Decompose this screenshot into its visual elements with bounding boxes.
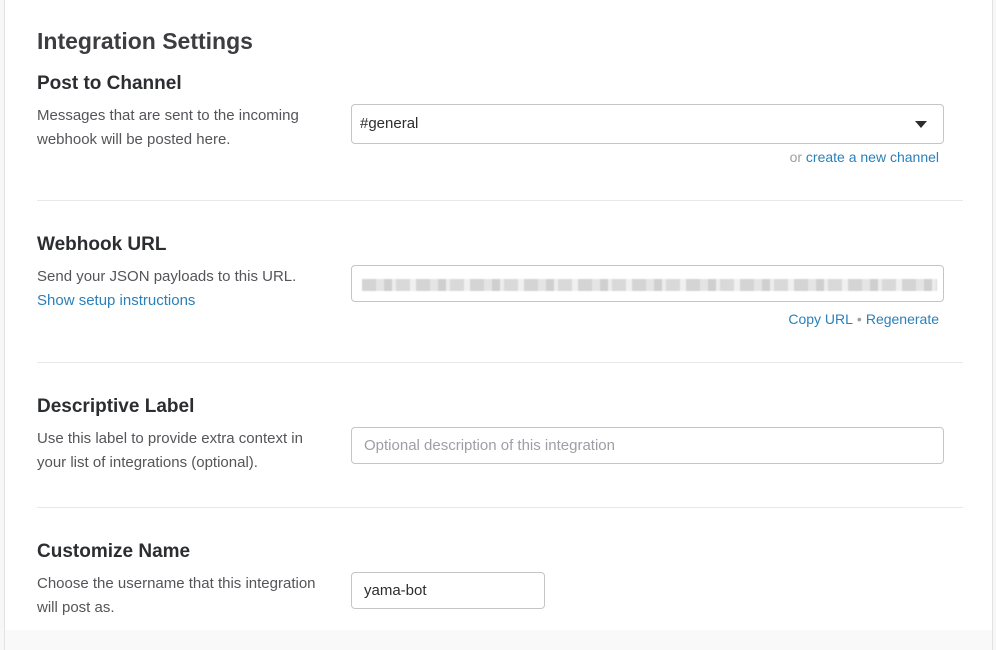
webhook-url-description-text: Send your JSON payloads to this URL.	[37, 268, 297, 285]
bottom-edge	[5, 630, 992, 650]
customize-name-description: Choose the username that this integratio…	[37, 575, 316, 616]
channel-select[interactable]: #general	[351, 104, 944, 144]
webhook-url-actions: Copy URL • Regenerate	[788, 311, 939, 327]
section-divider	[37, 362, 963, 363]
copy-url-link[interactable]: Copy URL	[788, 311, 853, 327]
or-text: or	[789, 149, 803, 165]
bullet-separator: •	[856, 311, 862, 327]
post-to-channel-description: Messages that are sent to the incoming w…	[37, 107, 299, 148]
descriptive-label-heading: Descriptive Label	[37, 396, 195, 417]
integration-settings-panel: Integration Settings Post to Channel Mes…	[4, 0, 993, 650]
section-divider	[37, 200, 963, 201]
setup-instructions-link[interactable]: Show setup instructions	[37, 289, 327, 313]
page-title: Integration Settings	[37, 28, 253, 54]
chevron-down-icon	[915, 121, 927, 128]
webhook-url-field[interactable]	[351, 265, 944, 302]
username-input[interactable]	[351, 572, 545, 609]
descriptive-label-input[interactable]	[351, 427, 944, 464]
create-channel-link[interactable]: create a new channel	[806, 149, 939, 165]
webhook-url-heading: Webhook URL	[37, 234, 167, 255]
section-divider	[37, 507, 963, 508]
redacted-url-value	[362, 279, 937, 291]
channel-select-value: #general	[360, 115, 419, 132]
customize-name-heading: Customize Name	[37, 541, 191, 562]
descriptive-label-description: Use this label to provide extra context …	[37, 430, 303, 471]
post-to-channel-heading: Post to Channel	[37, 73, 182, 94]
webhook-url-description: Send your JSON payloads to this URL. Sho…	[37, 265, 327, 313]
create-channel-line: or create a new channel	[790, 149, 939, 165]
regenerate-link[interactable]: Regenerate	[866, 311, 939, 327]
